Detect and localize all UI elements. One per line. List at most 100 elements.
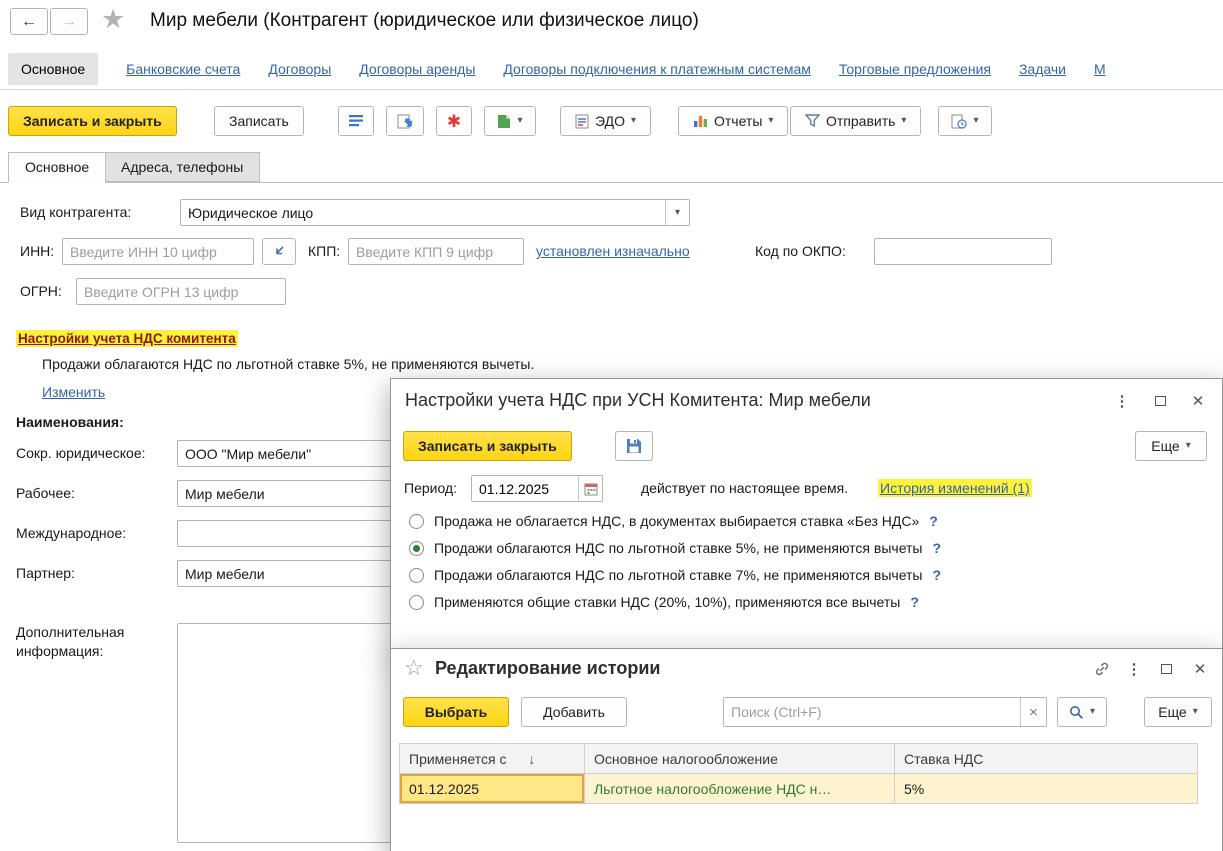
calendar-icon [584,482,598,496]
search-options-button[interactable]: ▾ [1057,697,1107,727]
vat-option-4-radio[interactable] [409,595,424,610]
favorite-star-icon[interactable]: ★ [101,4,125,35]
maximize-icon[interactable] [1147,389,1173,413]
more-vertical-icon[interactable]: ⋮ [1121,657,1147,681]
save-button[interactable]: Записать [214,106,304,136]
search-clear-button[interactable]: × [1020,698,1046,726]
column-header-vat-rate[interactable]: Ставка НДС [895,744,1198,774]
period-calendar-button[interactable] [578,476,602,501]
link-icon[interactable] [1089,657,1115,681]
kind-combobox[interactable]: Юридическое лицо ▾ [180,199,690,226]
bar-chart-icon [693,114,708,128]
help-icon[interactable]: ? [910,594,919,610]
discussions-button[interactable]: ✱ [436,106,472,136]
history-search-field[interactable]: × [723,697,1047,727]
history-more-button[interactable]: Еще ▾ [1144,697,1212,727]
column-header-taxation[interactable]: Основное налогообложение [585,744,895,774]
tab-addresses[interactable]: Адреса, телефоны [104,152,260,182]
kpp-label: КПП: [308,243,340,259]
vat-option-2-radio[interactable] [409,541,424,556]
sort-desc-icon: ↓ [528,751,535,767]
chevron-down-icon: ▾ [1193,707,1198,717]
list-button[interactable] [338,106,374,136]
create-based-on-button[interactable]: ▾ [484,106,536,136]
vat-option-1-radio[interactable] [409,514,424,529]
history-select-button[interactable]: Выбрать [403,697,509,727]
partner-label: Партнер: [16,565,75,581]
column-label: Применяется с [409,751,506,767]
period-field[interactable] [471,475,603,502]
clear-icon: × [1029,704,1038,721]
close-icon[interactable]: ✕ [1187,657,1213,681]
maximize-icon[interactable] [1153,657,1179,681]
vat-change-link[interactable]: Изменить [42,384,105,400]
edo-button[interactable]: ЭДО ▾ [560,106,651,136]
nav-item-bank-accounts[interactable]: Банковские счета [126,61,240,77]
history-add-button[interactable]: Добавить [521,697,627,727]
nav-separator [0,89,1223,90]
working-name-label: Рабочее: [16,485,75,501]
save-floppy-icon [626,438,642,454]
nav-item-rent-contracts[interactable]: Договоры аренды [359,61,475,77]
help-icon[interactable]: ? [933,567,942,583]
okpo-label: Код по ОКПО: [755,243,846,259]
nav-item-trade-offers[interactable]: Торговые предложения [839,61,991,77]
vat-save-and-close-label: Записать и закрыть [418,438,557,454]
more-vertical-icon[interactable]: ⋮ [1109,389,1135,413]
help-icon[interactable]: ? [933,540,942,556]
inn-input[interactable] [62,238,254,265]
okpo-input[interactable] [874,238,1052,265]
reports-button[interactable]: Отчеты ▾ [678,106,788,136]
short-legal-label: Сокр. юридическое: [16,445,146,461]
document-clock-button[interactable]: ▾ [938,106,992,136]
kpp-initial-link[interactable]: установлен изначально [536,243,690,259]
table-row[interactable]: 01.12.2025 Льготное налогообложение НДС … [400,774,1198,804]
send-button[interactable]: Отправить ▾ [790,106,921,136]
period-input[interactable] [472,481,578,497]
document-clock-icon [951,114,967,129]
vat-save-and-close-button[interactable]: Записать и закрыть [403,431,572,461]
reports-label: Отчеты [714,113,762,129]
vat-dialog-title: Настройки учета НДС при УСН Комитента: М… [405,390,871,411]
history-changes-link[interactable]: История изменений (1) [878,479,1032,497]
kind-dropdown-button[interactable]: ▾ [665,200,689,225]
vat-current-setting-text: Продажи облагаются НДС по льготной ставк… [42,356,534,372]
vat-group-title[interactable]: Настройки учета НДС комитента [16,330,238,347]
search-input[interactable] [724,699,1020,725]
help-icon[interactable]: ? [929,513,938,529]
cell-vat-rate[interactable]: 5% [895,774,1198,804]
vat-option-3-radio[interactable] [409,568,424,583]
tab-main[interactable]: Основное [8,152,106,183]
save-and-close-label: Записать и закрыть [23,113,162,129]
nav-item-main[interactable]: Основное [8,53,98,85]
funnel-icon [805,114,820,128]
chevron-down-icon: ▾ [675,208,680,218]
chevron-down-icon: ▾ [1186,441,1191,451]
close-icon[interactable]: ✕ [1185,389,1211,413]
kpp-input[interactable] [348,238,524,265]
maximize-square [1155,396,1166,406]
nav-item-truncated[interactable]: М [1094,61,1106,77]
back-arrow-icon: ← [21,13,37,31]
nav-item-tasks[interactable]: Задачи [1019,61,1066,77]
fill-by-inn-button[interactable] [262,238,296,265]
back-button[interactable]: ← [10,8,48,35]
vat-more-button[interactable]: Еще ▾ [1135,431,1207,461]
vat-save-button[interactable] [615,431,653,461]
cell-taxation[interactable]: Льготное налогообложение НДС н… [585,774,895,804]
cell-applies-from[interactable]: 01.12.2025 [400,774,585,804]
history-table-header-row: Применяется с ↓ Основное налогообложение… [400,744,1198,774]
forward-button[interactable]: → [50,8,88,35]
open-reference-button[interactable] [386,106,424,136]
chevron-down-icon: ▾ [1090,707,1095,717]
vat-dialog-titlebar: Настройки учета НДС при УСН Комитента: М… [391,379,1222,425]
favorite-star-outline-icon[interactable]: ☆ [404,655,424,681]
nav-item-payment-system-contracts[interactable]: Договоры подключения к платежным система… [503,61,811,77]
vat-option-row-1: Продажа не облагается НДС, в документах … [409,513,938,529]
kind-value: Юридическое лицо [181,205,665,221]
ogrn-input[interactable] [76,278,286,305]
column-header-applies-from[interactable]: Применяется с ↓ [400,744,585,774]
save-and-close-button[interactable]: Записать и закрыть [8,106,177,136]
nav-item-contracts[interactable]: Договоры [268,61,331,77]
chevron-down-icon: ▾ [901,116,906,126]
